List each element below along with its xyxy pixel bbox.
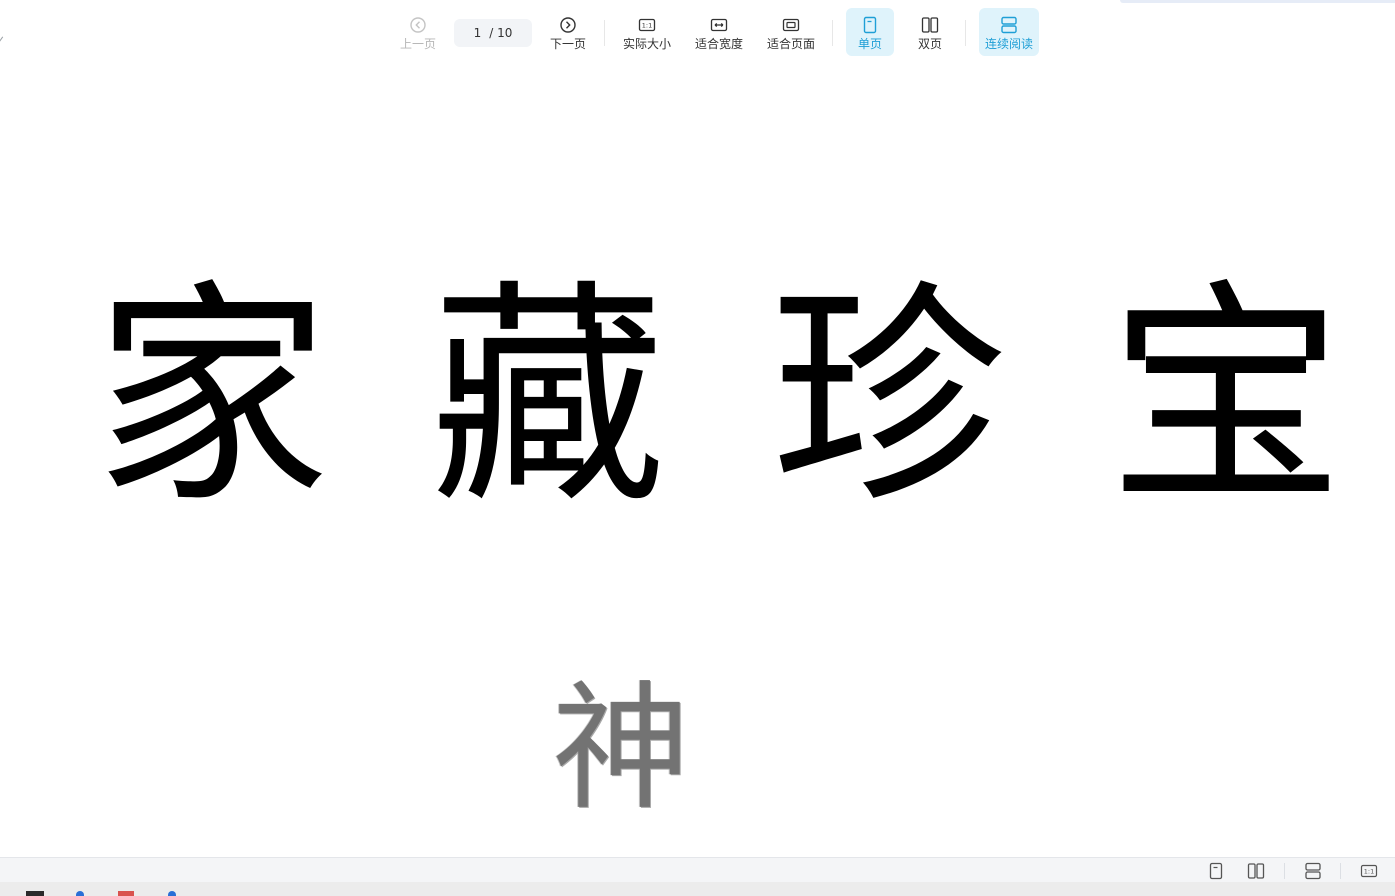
seal-char: 神 xyxy=(552,668,691,829)
page-indicator[interactable]: 1 / 10 xyxy=(454,19,532,47)
double-page-button[interactable]: 双页 xyxy=(908,8,952,56)
continuous-scroll-icon xyxy=(1001,16,1017,34)
status-single-page-button[interactable] xyxy=(1207,862,1225,880)
fit-width-icon xyxy=(710,18,728,32)
double-page-label: 双页 xyxy=(917,37,942,51)
chevron-left-circle-icon xyxy=(410,17,426,33)
svg-text:1:1: 1:1 xyxy=(1364,868,1374,876)
next-page-label: 下一页 xyxy=(549,37,586,51)
status-continuous-button[interactable] xyxy=(1304,862,1322,880)
continuous-reading-button[interactable]: 连续阅读 xyxy=(979,8,1039,56)
title-char: 宝 xyxy=(1108,260,1345,535)
title-char: 藏 xyxy=(430,260,667,535)
document-page: 家 藏 珍 宝 神 xyxy=(0,62,1395,857)
taskbar-strip xyxy=(0,882,1395,896)
prev-page-button[interactable]: 上一页 xyxy=(398,8,438,56)
title-char: 珍 xyxy=(770,260,1007,535)
toolbar-divider xyxy=(832,20,833,46)
page-total: / 10 xyxy=(489,26,513,40)
toolbar: 上一页 1 / 10 下一页 1:1 实际大小 适合宽度 适合页面 单页 双页 … xyxy=(0,0,1395,62)
single-page-icon xyxy=(863,16,877,34)
status-actual-size-button[interactable]: 1:1 xyxy=(1360,862,1378,880)
toolbar-divider xyxy=(604,20,605,46)
corner-mark xyxy=(0,36,9,46)
next-page-button[interactable]: 下一页 xyxy=(548,8,588,56)
taskbar-app-icon[interactable] xyxy=(168,891,176,896)
fit-page-button[interactable]: 适合页面 xyxy=(764,8,818,56)
taskbar-app-icon[interactable] xyxy=(76,891,84,896)
double-page-icon xyxy=(921,17,939,33)
actual-size-icon: 1:1 xyxy=(1360,864,1378,878)
page-current-input[interactable]: 1 xyxy=(474,26,482,40)
actual-size-icon: 1:1 xyxy=(638,18,656,32)
status-divider xyxy=(1340,863,1341,879)
title-char: 家 xyxy=(94,260,331,535)
fit-width-button[interactable]: 适合宽度 xyxy=(692,8,746,56)
toolbar-divider xyxy=(965,20,966,46)
chevron-right-circle-icon xyxy=(560,17,576,33)
actual-size-button[interactable]: 1:1 实际大小 xyxy=(620,8,674,56)
status-divider xyxy=(1284,863,1285,879)
double-page-icon xyxy=(1247,863,1265,879)
actual-size-label: 实际大小 xyxy=(622,37,671,51)
single-page-button[interactable]: 单页 xyxy=(846,8,894,56)
svg-text:1:1: 1:1 xyxy=(642,22,652,30)
continuous-scroll-icon xyxy=(1305,862,1321,880)
fit-page-label: 适合页面 xyxy=(766,37,815,51)
fit-page-icon xyxy=(782,18,800,32)
taskbar-app-icon[interactable] xyxy=(118,891,134,896)
taskbar-app-icon[interactable] xyxy=(26,891,44,896)
single-page-icon xyxy=(1209,862,1223,880)
status-bar: 1:1 xyxy=(0,857,1395,883)
document-viewer: 上一页 1 / 10 下一页 1:1 实际大小 适合宽度 适合页面 单页 双页 … xyxy=(0,0,1395,896)
continuous-reading-label: 连续阅读 xyxy=(984,37,1033,51)
top-accent-bar xyxy=(1120,0,1395,3)
status-double-page-button[interactable] xyxy=(1247,862,1265,880)
fit-width-label: 适合宽度 xyxy=(694,37,743,51)
prev-page-label: 上一页 xyxy=(399,37,436,51)
single-page-label: 单页 xyxy=(857,37,882,51)
